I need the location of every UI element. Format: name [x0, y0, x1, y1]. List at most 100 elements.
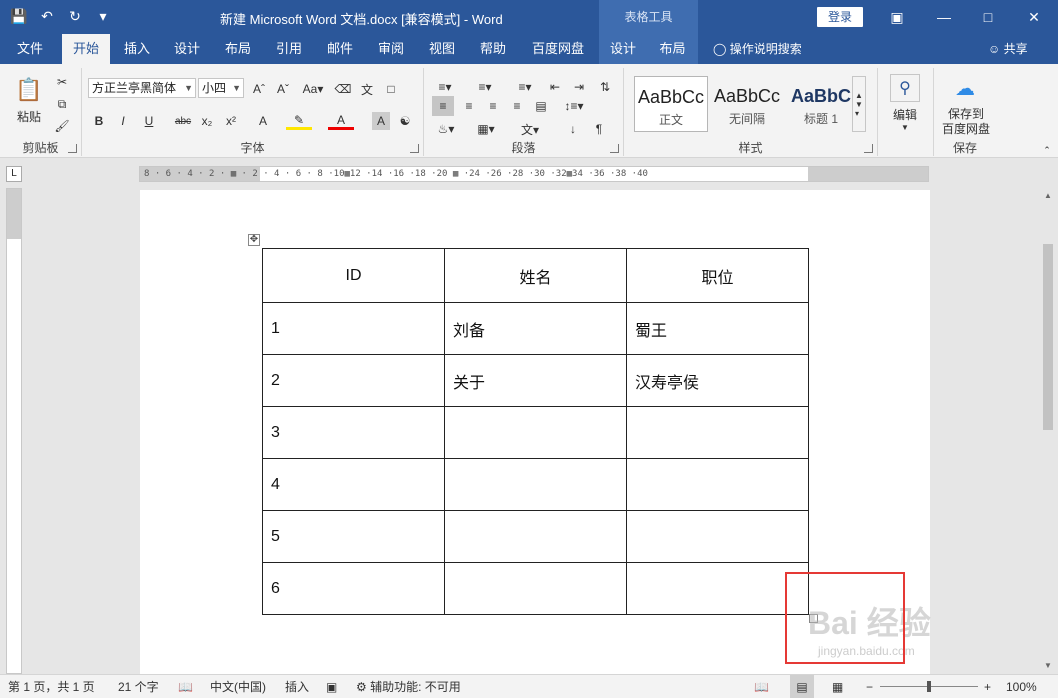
tab-layout[interactable]: 布局 [215, 34, 261, 64]
show-marks-icon[interactable]: ¶ [590, 120, 608, 138]
align-left-icon[interactable]: ≡ [432, 96, 454, 116]
share-button[interactable]: ☺ 共享 [988, 34, 1028, 64]
search-icon[interactable]: ⚲ [890, 74, 920, 102]
table-cell[interactable]: 汉寿亭侯 [626, 354, 809, 407]
cut-icon[interactable]: ✂ [54, 74, 70, 90]
asian-layout-icon[interactable]: 文▾ [516, 120, 544, 138]
style-normal[interactable]: AaBbCc 正文 [634, 76, 708, 132]
align-right-icon[interactable]: ≡ [482, 96, 504, 116]
close-icon[interactable]: ✕ [1022, 6, 1046, 28]
macro-record-icon[interactable]: ▣ [326, 675, 337, 698]
numbering-icon[interactable]: ≡▾ [472, 78, 498, 96]
zoom-in-icon[interactable]: + [984, 675, 991, 698]
web-layout-icon[interactable]: ▦ [832, 675, 843, 698]
tab-review[interactable]: 审阅 [368, 34, 414, 64]
shading-icon[interactable]: ♨▾ [432, 120, 460, 138]
format-painter-icon[interactable]: 🖌 [54, 118, 70, 134]
tab-table-design[interactable]: 设计 [599, 34, 647, 64]
table-cell[interactable] [444, 458, 627, 511]
line-spacing-icon[interactable]: ↕≡▾ [560, 96, 588, 116]
table-cell[interactable] [626, 562, 809, 615]
editing-button-label[interactable]: 编辑 [884, 106, 926, 122]
tab-insert[interactable]: 插入 [114, 34, 160, 64]
italic-icon[interactable]: I [114, 112, 132, 130]
table-cell[interactable] [626, 406, 809, 459]
table-cell[interactable]: 关于 [444, 354, 627, 407]
tab-references[interactable]: 引用 [266, 34, 312, 64]
font-size-dropdown[interactable]: 小四 ▼ [198, 78, 244, 98]
increase-indent-icon[interactable]: ⇥ [570, 78, 588, 96]
table-cell[interactable] [444, 510, 627, 563]
multilevel-list-icon[interactable]: ≡▾ [512, 78, 538, 96]
borders-icon[interactable]: ▦▾ [472, 120, 500, 138]
table-move-handle-icon[interactable]: ✥ [248, 234, 260, 246]
table-cell[interactable]: 1 [262, 302, 445, 355]
distributed-icon[interactable]: ▤ [530, 96, 552, 116]
table-cell[interactable]: 刘备 [444, 302, 627, 355]
tab-baidu-netdisk[interactable]: 百度网盘 [524, 34, 592, 64]
tab-view[interactable]: 视图 [419, 34, 465, 64]
character-shading-icon[interactable]: A [372, 112, 390, 130]
font-launcher-icon[interactable] [410, 144, 419, 153]
tab-home[interactable]: 开始 [62, 34, 110, 64]
document-table[interactable]: ID 姓名 职位 1 刘备 蜀王 2 关于 汉寿亭侯 3 4 5 6 [262, 248, 809, 615]
sort-az-icon[interactable]: ↓ [564, 120, 582, 138]
underline-icon[interactable]: U [138, 112, 160, 130]
bold-icon[interactable]: B [90, 112, 108, 130]
table-cell[interactable]: 2 [262, 354, 445, 407]
read-mode-icon[interactable]: 📖 [754, 675, 769, 698]
tell-me-search[interactable]: ◯ 操作说明搜索 [713, 34, 802, 64]
horizontal-ruler[interactable]: 8 · 6 · 4 · 2 · ▦ · 2 · 4 · 6 · 8 ·10▦12… [139, 166, 929, 182]
table-cell[interactable]: 4 [262, 458, 445, 511]
style-heading-1[interactable]: AaBbC 标题 1 [784, 76, 858, 132]
tab-table-layout[interactable]: 布局 [647, 34, 698, 64]
table-cell[interactable] [444, 562, 627, 615]
change-case-icon[interactable]: Aa▾ [300, 80, 326, 98]
clipboard-launcher-icon[interactable] [68, 144, 77, 153]
strikethrough-icon[interactable]: abc [172, 112, 194, 130]
login-button[interactable]: 登录 [817, 7, 863, 27]
table-cell[interactable]: 6 [262, 562, 445, 615]
justify-icon[interactable]: ≡ [506, 96, 528, 116]
zoom-level[interactable]: 100% [1006, 675, 1037, 698]
zoom-slider-thumb[interactable] [927, 681, 931, 692]
baidu-cloud-icon[interactable]: ☁ [950, 74, 980, 102]
table-cell[interactable] [444, 406, 627, 459]
clear-formatting-icon[interactable]: ⌫ [334, 80, 352, 98]
save-to-baidu-button[interactable]: 保存到 百度网盘 [936, 106, 996, 138]
table-cell[interactable] [626, 510, 809, 563]
paste-button-label[interactable]: 粘贴 [10, 108, 48, 124]
vertical-scrollbar[interactable]: ▲ ▼ [1040, 188, 1056, 674]
table-cell[interactable]: 5 [262, 510, 445, 563]
tab-file[interactable]: 文件 [6, 34, 54, 64]
shrink-font-icon[interactable]: Aˇ [274, 80, 292, 98]
page-count[interactable]: 第 1 页，共 1 页 [8, 675, 95, 698]
table-cell[interactable]: 3 [262, 406, 445, 459]
collapse-ribbon-icon[interactable]: ⌃ [1040, 144, 1054, 156]
sort-icon[interactable]: ⇅ [594, 78, 616, 96]
maximize-icon[interactable]: □ [976, 6, 1000, 28]
character-border-icon[interactable]: □ [382, 80, 400, 98]
minimize-icon[interactable]: — [932, 6, 956, 28]
header-cell-position[interactable]: 职位 [626, 248, 809, 303]
insert-mode[interactable]: 插入 [285, 675, 309, 698]
scrollbar-thumb[interactable] [1043, 244, 1053, 430]
proofing-icon[interactable]: 📖 [178, 675, 193, 698]
styles-scroll-icon[interactable]: ▲ ▼ ▾ [852, 76, 866, 132]
text-effects-icon[interactable]: A [252, 112, 274, 130]
print-layout-icon[interactable]: ▤ [790, 675, 814, 698]
table-cell[interactable]: 蜀王 [626, 302, 809, 355]
grow-font-icon[interactable]: Aˆ [250, 80, 268, 98]
bullets-icon[interactable]: ≡▾ [432, 78, 458, 96]
ribbon-display-options-icon[interactable]: ▣ [885, 6, 909, 28]
word-count[interactable]: 21 个字 [118, 675, 159, 698]
tab-design[interactable]: 设计 [164, 34, 210, 64]
paragraph-launcher-icon[interactable] [610, 144, 619, 153]
align-center-icon[interactable]: ≡ [458, 96, 480, 116]
decrease-indent-icon[interactable]: ⇤ [546, 78, 564, 96]
language-indicator[interactable]: 中文(中国) [210, 675, 266, 698]
header-cell-id[interactable]: ID [262, 248, 445, 303]
scroll-up-icon[interactable]: ▲ [1040, 188, 1056, 204]
tab-mailings[interactable]: 邮件 [317, 34, 363, 64]
customize-icon[interactable]: ▾ [92, 5, 114, 27]
